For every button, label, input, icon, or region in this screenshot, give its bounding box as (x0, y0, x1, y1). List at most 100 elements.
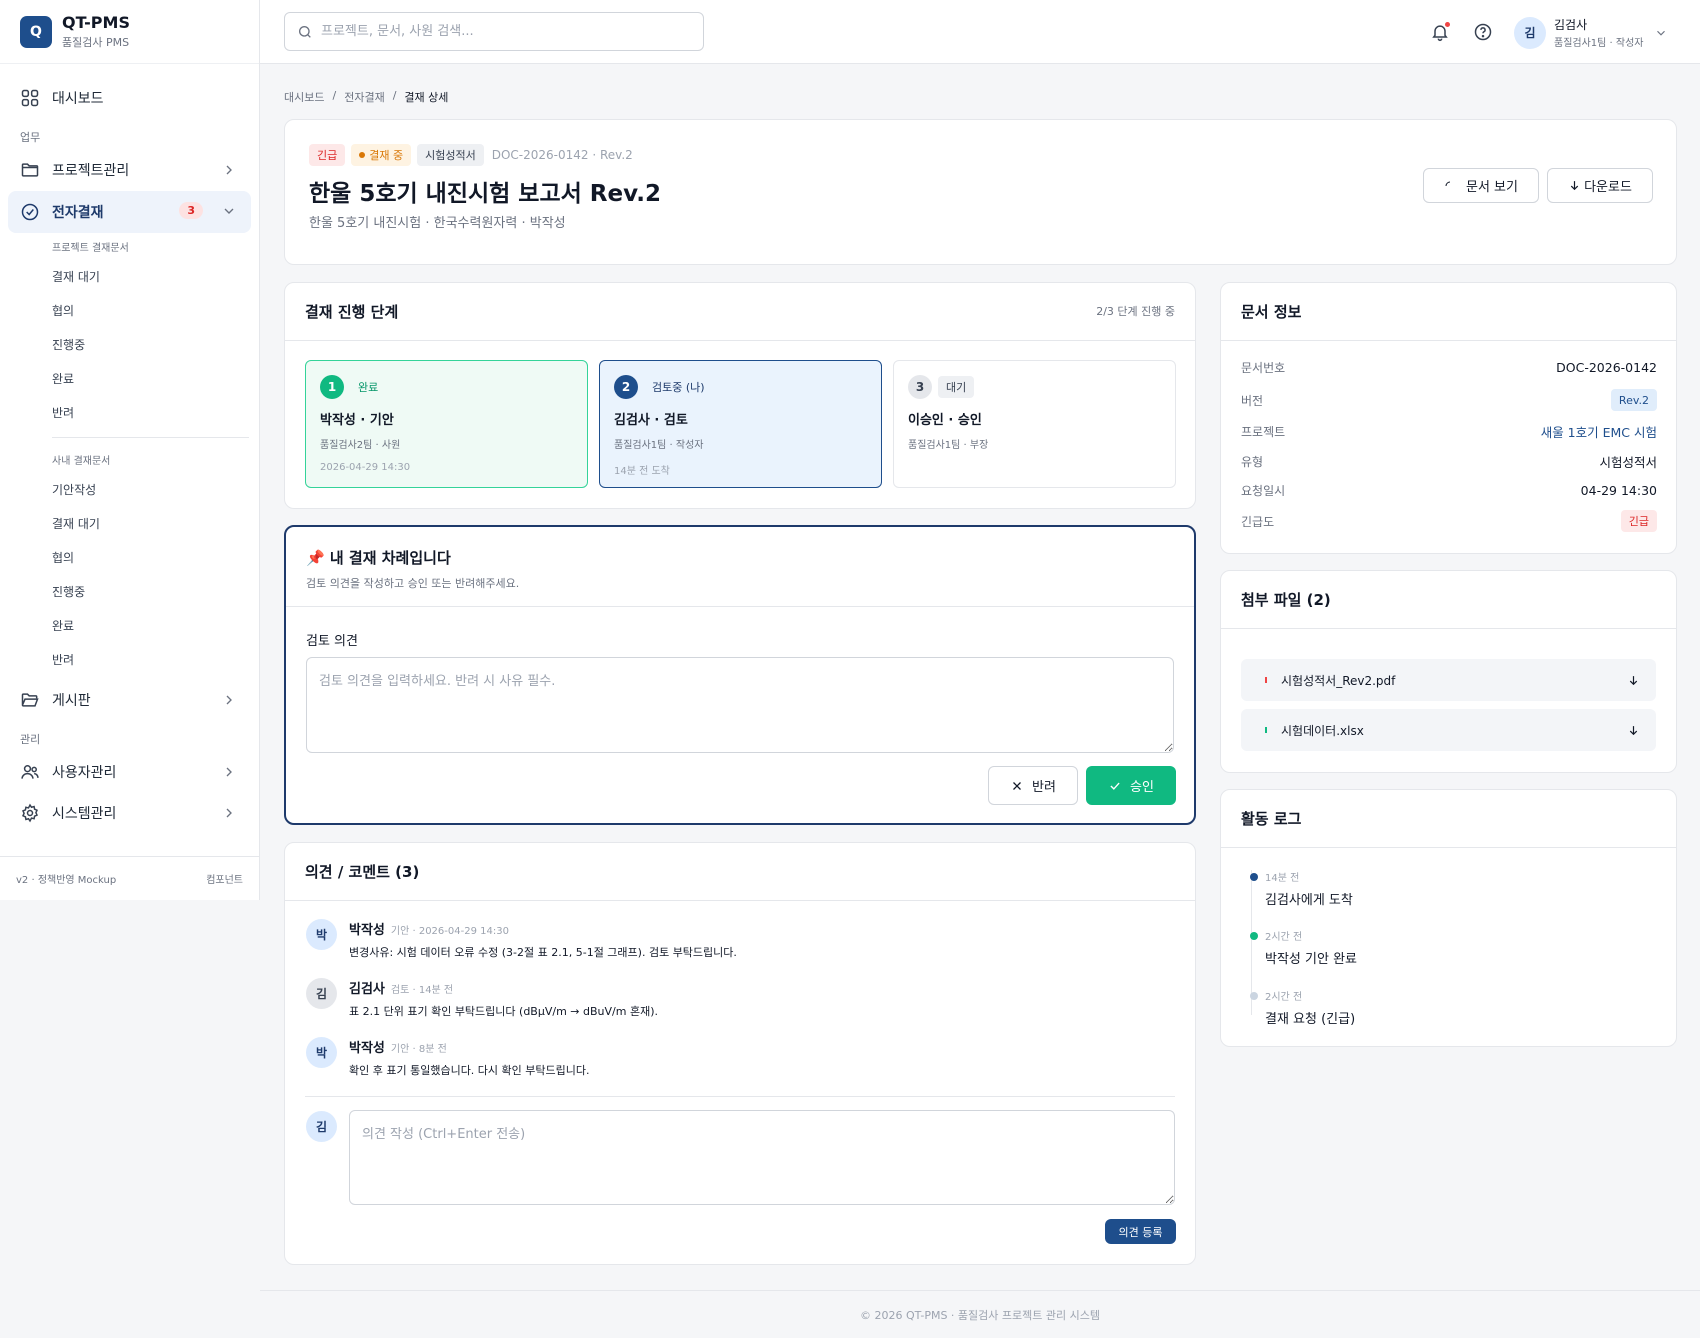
download-button[interactable]: 다운로드 (1547, 168, 1653, 203)
sidebar-item-board[interactable]: 게시판 (0, 680, 259, 720)
version-badge: Rev.2 (1610, 389, 1657, 411)
sidebar-item-label: 시스템관리 (52, 806, 117, 822)
submenu-item-pending[interactable]: 결재 대기 (0, 259, 259, 293)
sidebar-item-projects[interactable]: 프로젝트관리 (0, 150, 259, 190)
sidebar-item-users[interactable]: 사용자관리 (0, 752, 259, 792)
version-label: v2 · 정책반영 Mockup (16, 875, 117, 886)
info-value: DOC-2026-0142 (1556, 360, 1657, 375)
breadcrumb-item[interactable]: 대시보드 (284, 89, 324, 105)
step-number: 1 (320, 375, 344, 399)
components-link[interactable]: 컴포넌트 (206, 871, 243, 886)
divider (305, 1096, 1175, 1097)
sidebar-item-label: 게시판 (52, 693, 91, 709)
download-arrow-icon (1570, 181, 1579, 191)
comment-text: 확인 후 표기 통일했습니다. 다시 확인 부탁드립니다. (349, 1064, 590, 1077)
submenu-item-consult[interactable]: 협의 (0, 540, 259, 574)
document-subtitle: 한울 5호기 내진시험 · 한국수력원자력 · 박작성 (309, 216, 566, 231)
sidebar-item-system[interactable]: 시스템관리 (0, 793, 259, 833)
breadcrumb-item[interactable]: 전자결재 (344, 89, 384, 105)
approval-step-1[interactable]: 1 완료 박작성 · 기안 품질검사2팀 · 사원 2026-04-29 14:… (305, 360, 588, 488)
document-tags: 긴급 결재 중 시험성적서 DOC-2026-0142 · Rev.2 (309, 144, 633, 166)
submenu-item-done[interactable]: 완료 (0, 608, 259, 642)
step-assignee: 이승인 · 승인 (908, 413, 982, 428)
download-arrow-icon[interactable] (1627, 674, 1640, 687)
search-box[interactable] (284, 12, 704, 51)
page-title: 한울 5호기 내진시험 보고서 Rev.2 (309, 181, 661, 207)
divider (1221, 847, 1676, 848)
attachment-item[interactable]: 시험데이터.xlsx (1241, 709, 1656, 751)
submenu-item-done[interactable]: 완료 (0, 361, 259, 395)
avatar: 김 (306, 1111, 337, 1142)
search-input[interactable] (321, 24, 681, 39)
button-label: 문서 보기 (1466, 180, 1518, 195)
activity-time: 14분 전 (1265, 873, 1300, 884)
step-assignee: 박작성 · 기안 (320, 413, 394, 428)
sidebar-item-dashboard[interactable]: 대시보드 (0, 78, 259, 118)
user-menu[interactable]: 김 김검사 품질검사1팀 · 작성자 (1514, 16, 1668, 49)
submenu-item-rejected[interactable]: 반려 (0, 642, 259, 676)
reject-button[interactable]: 반려 (988, 766, 1078, 805)
divider (1221, 628, 1676, 629)
activity-text: 김검사에게 도착 (1265, 893, 1353, 908)
sidebar-item-label: 대시보드 (52, 91, 104, 107)
info-row-type: 유형 시험성적서 (1241, 452, 1657, 471)
project-link[interactable]: 새울 1호기 EMC 시험 (1541, 422, 1657, 441)
help-button[interactable] (1473, 22, 1493, 42)
submenu-item-pending[interactable]: 결재 대기 (0, 506, 259, 540)
chevron-right-icon (226, 767, 232, 777)
file-name: 시험성적서_Rev2.pdf (1281, 673, 1396, 688)
info-key: 긴급도 (1241, 514, 1275, 529)
attachment-item[interactable]: 시험성적서_Rev2.pdf (1241, 659, 1656, 701)
button-label: 승인 (1130, 780, 1154, 795)
card-title: 문서 정보 (1241, 303, 1302, 321)
avatar: 박 (306, 1037, 337, 1068)
check-circle-icon (21, 203, 39, 221)
review-comment-textarea[interactable] (306, 657, 1174, 753)
info-key: 유형 (1241, 455, 1264, 469)
approve-button[interactable]: 승인 (1086, 766, 1176, 805)
step-progress: 2/3 단계 진행 중 (1096, 305, 1175, 318)
urgency-badge: 긴급 (1620, 510, 1657, 532)
chevron-down-icon (1656, 30, 1665, 36)
brand[interactable]: Q QT-PMS 품질검사 PMS (0, 0, 259, 64)
avatar: 박 (306, 919, 337, 950)
step-status: 대기 (938, 376, 975, 398)
divider (286, 606, 1194, 607)
notification-dot (1445, 22, 1450, 27)
submenu-item-consult[interactable]: 협의 (0, 293, 259, 327)
view-document-button[interactable]: 문서 보기 (1423, 168, 1539, 203)
timeline-dot (1250, 873, 1258, 881)
comment-item: 김 김검사 검토 · 14분 전 표 2.1 단위 표기 확인 부탁드립니다 (d… (306, 978, 658, 1019)
submenu-heading-internal: 사내 결재문서 (52, 455, 111, 467)
approval-step-3[interactable]: 3 대기 이승인 · 승인 품질검사1팀 · 부장 (893, 360, 1176, 488)
step-number: 3 (908, 375, 932, 399)
grid-icon (21, 89, 39, 107)
submenu-item-rejected[interactable]: 반려 (0, 395, 259, 429)
info-key: 프로젝트 (1241, 425, 1286, 439)
download-arrow-icon[interactable] (1627, 724, 1640, 737)
activity-time: 2시간 전 (1265, 932, 1303, 943)
activity-text: 박작성 기안 완료 (1265, 952, 1357, 967)
approval-step-2[interactable]: 2 검토중 (나) 김검사 · 검토 품질검사1팀 · 작성자 14분 전 도착 (599, 360, 882, 488)
submenu-item-draft[interactable]: 기안작성 (0, 472, 259, 506)
submenu-item-inprogress[interactable]: 진행중 (0, 327, 259, 361)
document-header-card: 긴급 결재 중 시험성적서 DOC-2026-0142 · Rev.2 한울 5… (284, 119, 1677, 265)
sidebar-item-approval[interactable]: 전자결재 3 (8, 191, 251, 233)
card-title: 활동 로그 (1241, 810, 1302, 828)
submit-comment-button[interactable]: 의견 등록 (1105, 1219, 1176, 1244)
status-dot (359, 152, 366, 158)
comment-text: 표 2.1 단위 표기 확인 부탁드립니다 (dBμV/m → dBuV/m 혼… (349, 1005, 658, 1018)
avatar: 김 (306, 978, 337, 1009)
comment-meta: 검토 · 14분 전 (390, 985, 454, 996)
step-status: 완료 (358, 381, 379, 394)
submenu-item-inprogress[interactable]: 진행중 (0, 574, 259, 608)
info-key: 버전 (1241, 393, 1264, 408)
close-icon (1013, 781, 1021, 790)
comment-textarea[interactable] (349, 1110, 1175, 1205)
notification-button[interactable] (1430, 22, 1450, 42)
avatar: 김 (1514, 16, 1546, 49)
sidebar-footer: v2 · 정책반영 Mockup 컴포넌트 (0, 856, 259, 900)
card-title: 결재 진행 단계 (305, 303, 399, 321)
comment-item: 박 박작성 기안 · 8분 전 확인 후 표기 통일했습니다. 다시 확인 부탁드… (306, 1037, 590, 1078)
info-row-version: 버전 Rev.2 (1241, 389, 1657, 411)
